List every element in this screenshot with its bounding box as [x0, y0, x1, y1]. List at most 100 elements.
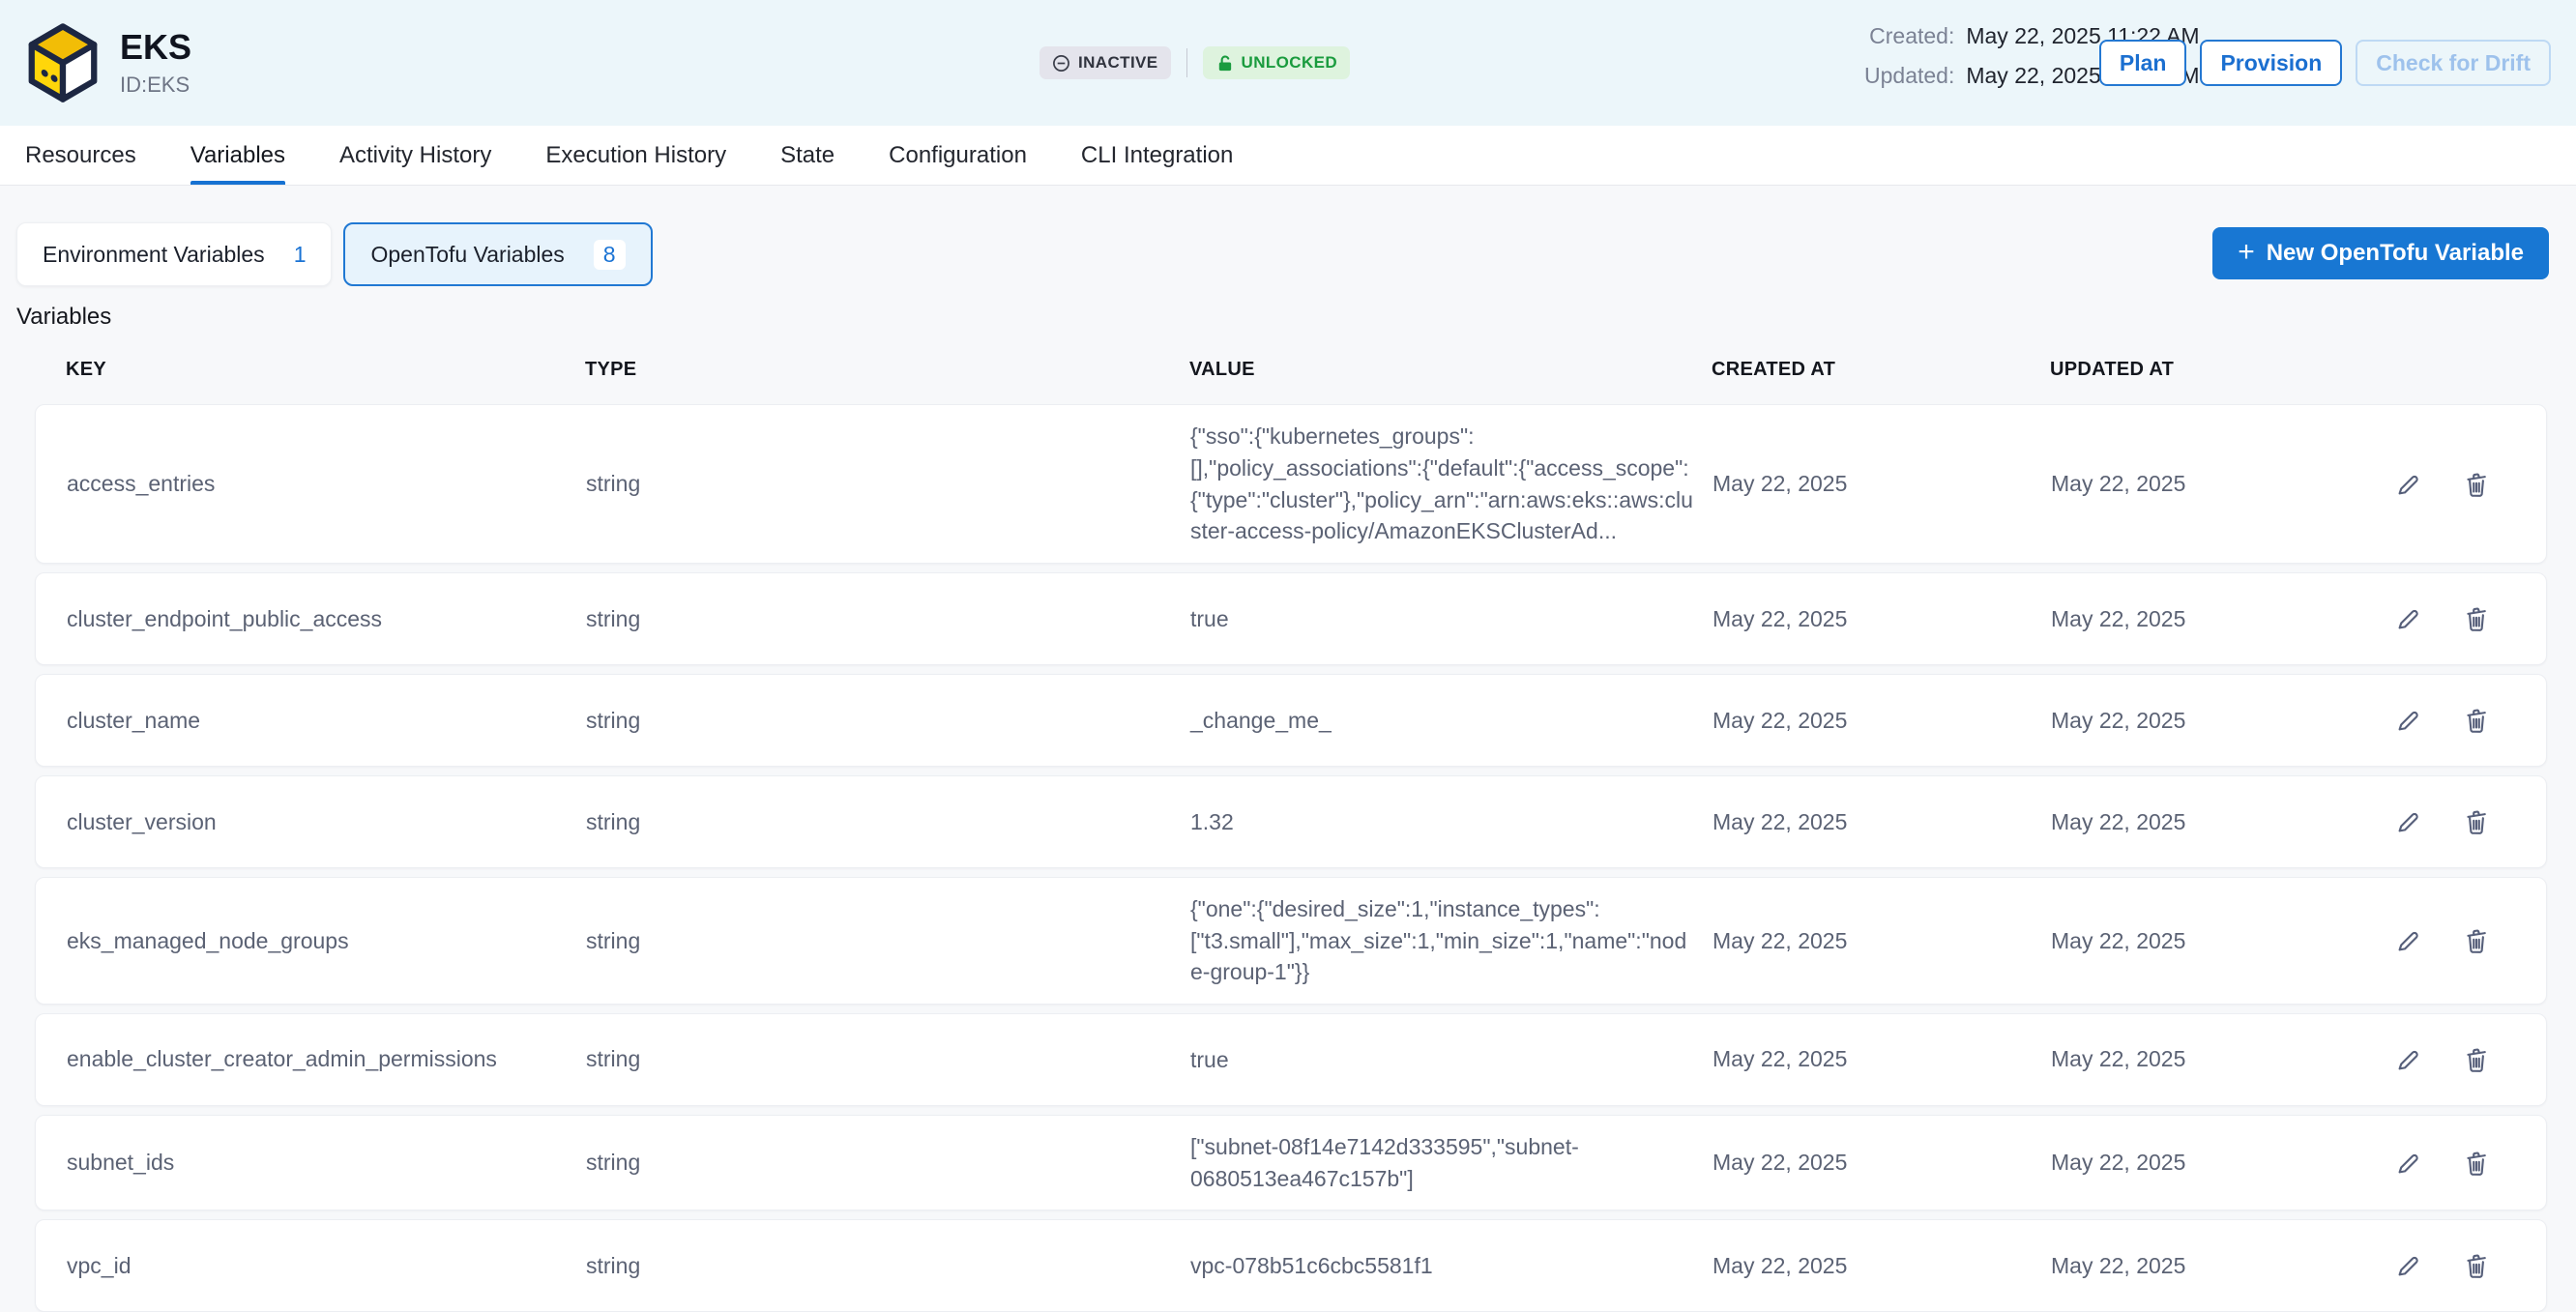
variable-created-at: May 22, 2025	[1712, 928, 2051, 954]
main-tabbar: Resources Variables Activity History Execut…	[0, 126, 2576, 186]
table-header-row: KEYTYPEVALUECREATED ATUPDATED AT	[66, 356, 2530, 404]
variable-type: string	[586, 1046, 1190, 1072]
pencil-icon	[2394, 470, 2423, 499]
delete-variable-button[interactable]	[2461, 1148, 2492, 1179]
trash-icon	[2462, 470, 2491, 499]
variable-created-at: May 22, 2025	[1712, 1150, 2051, 1176]
variable-updated-at: May 22, 2025	[2051, 928, 2380, 954]
row-actions	[2380, 1250, 2511, 1281]
edit-variable-button[interactable]	[2393, 806, 2424, 837]
tab-cli-integration[interactable]: CLI Integration	[1081, 126, 1233, 185]
column-header-created-at: CREATED AT	[1712, 359, 2050, 381]
updated-label: Updated:	[1864, 63, 1954, 89]
row-actions	[2380, 806, 2511, 837]
trash-icon	[2462, 1149, 2491, 1178]
provision-button[interactable]: Provision	[2200, 40, 2342, 86]
variable-created-at: May 22, 2025	[1712, 471, 2051, 497]
tab-execution-history[interactable]: Execution History	[545, 126, 726, 185]
variable-updated-at: May 22, 2025	[2051, 471, 2380, 497]
variable-value: vpc-078b51c6cbc5581f1	[1190, 1250, 1712, 1282]
column-header-value: VALUE	[1189, 356, 1712, 383]
variable-type: string	[586, 809, 1190, 835]
variable-key: eks_managed_node_groups	[67, 928, 586, 954]
project-id: ID:EKS	[120, 73, 191, 98]
delete-variable-button[interactable]	[2461, 603, 2492, 634]
created-label: Created:	[1864, 23, 1954, 49]
delete-variable-button[interactable]	[2461, 1250, 2492, 1281]
variable-created-at: May 22, 2025	[1712, 606, 2051, 632]
delete-variable-button[interactable]	[2461, 925, 2492, 956]
tab-variables[interactable]: Variables	[190, 126, 285, 185]
table-row: vpc_id string vpc-078b51c6cbc5581f1 May …	[35, 1219, 2547, 1312]
row-actions	[2380, 469, 2511, 500]
trash-icon	[2462, 1045, 2491, 1074]
variables-toolbar: Environment Variables 1 OpenTofu Variabl…	[0, 186, 2576, 286]
pencil-icon	[2394, 706, 2423, 735]
table-row: cluster_endpoint_public_access string tr…	[35, 572, 2547, 665]
variable-updated-at: May 22, 2025	[2051, 606, 2380, 632]
variable-key: cluster_name	[67, 708, 586, 734]
variable-value: _change_me_	[1190, 705, 1712, 737]
variable-key: subnet_ids	[67, 1150, 586, 1176]
variable-value: {"sso":{"kubernetes_groups":[],"policy_a…	[1190, 421, 1712, 547]
new-opentofu-variable-button[interactable]: + New OpenTofu Variable	[2212, 227, 2549, 279]
environment-variables-tab[interactable]: Environment Variables 1	[16, 222, 332, 286]
pencil-icon	[2394, 1045, 2423, 1074]
delete-variable-button[interactable]	[2461, 1044, 2492, 1075]
row-actions	[2380, 925, 2511, 956]
tab-activity-history[interactable]: Activity History	[339, 126, 491, 185]
variable-updated-at: May 22, 2025	[2051, 809, 2380, 835]
edit-variable-button[interactable]	[2393, 469, 2424, 500]
delete-variable-button[interactable]	[2461, 469, 2492, 500]
row-actions	[2380, 705, 2511, 736]
table-row: enable_cluster_creator_admin_permissions…	[35, 1013, 2547, 1106]
variable-key: vpc_id	[67, 1253, 586, 1279]
variable-value: ["subnet-08f14e7142d333595","subnet-0680…	[1190, 1131, 1712, 1194]
variable-created-at: May 22, 2025	[1712, 809, 2051, 835]
tab-state[interactable]: State	[780, 126, 834, 185]
variable-updated-at: May 22, 2025	[2051, 1253, 2380, 1279]
edit-variable-button[interactable]	[2393, 925, 2424, 956]
variable-type-switch: Environment Variables 1 OpenTofu Variabl…	[16, 222, 653, 286]
variable-updated-at: May 22, 2025	[2051, 1046, 2380, 1072]
check-for-drift-button[interactable]: Check for Drift	[2356, 40, 2551, 86]
variable-value: {"one":{"desired_size":1,"instance_types…	[1190, 893, 1712, 988]
edit-variable-button[interactable]	[2393, 603, 2424, 634]
variable-key: enable_cluster_creator_admin_permissions	[67, 1046, 586, 1072]
page-title: EKS	[120, 28, 191, 67]
tab-configuration[interactable]: Configuration	[889, 126, 1027, 185]
plus-icon: +	[2238, 238, 2255, 267]
table-row: eks_managed_node_groups string {"one":{"…	[35, 877, 2547, 1005]
plan-button[interactable]: Plan	[2099, 40, 2187, 86]
opentofu-variables-label: OpenTofu Variables	[370, 242, 564, 268]
edit-variable-button[interactable]	[2393, 1250, 2424, 1281]
variable-key: cluster_endpoint_public_access	[67, 606, 586, 632]
table-row: subnet_ids string ["subnet-08f14e7142d33…	[35, 1115, 2547, 1210]
variable-value: true	[1190, 1044, 1712, 1076]
trash-icon	[2462, 706, 2491, 735]
edit-variable-button[interactable]	[2393, 1044, 2424, 1075]
edit-variable-button[interactable]	[2393, 1148, 2424, 1179]
opentofu-box-logo-icon	[21, 21, 104, 104]
row-actions	[2380, 603, 2511, 634]
delete-variable-button[interactable]	[2461, 806, 2492, 837]
badge-divider	[1186, 48, 1187, 77]
edit-variable-button[interactable]	[2393, 705, 2424, 736]
variable-created-at: May 22, 2025	[1712, 1253, 2051, 1279]
environment-variables-count: 1	[294, 242, 307, 268]
trash-icon	[2462, 926, 2491, 955]
tab-resources[interactable]: Resources	[25, 126, 136, 185]
variable-type: string	[586, 1150, 1190, 1176]
status-badges: INACTIVE UNLOCKED	[1039, 46, 1350, 79]
status-badge: INACTIVE	[1039, 46, 1171, 79]
variable-type: string	[586, 928, 1190, 954]
trash-icon	[2462, 1251, 2491, 1280]
variable-type: string	[586, 471, 1190, 497]
variable-created-at: May 22, 2025	[1712, 1046, 2051, 1072]
variable-value: true	[1190, 603, 1712, 635]
lock-status-badge: UNLOCKED	[1203, 46, 1351, 79]
opentofu-variables-tab[interactable]: OpenTofu Variables 8	[343, 222, 652, 286]
opentofu-variables-count: 8	[594, 240, 626, 270]
trash-icon	[2462, 807, 2491, 836]
delete-variable-button[interactable]	[2461, 705, 2492, 736]
